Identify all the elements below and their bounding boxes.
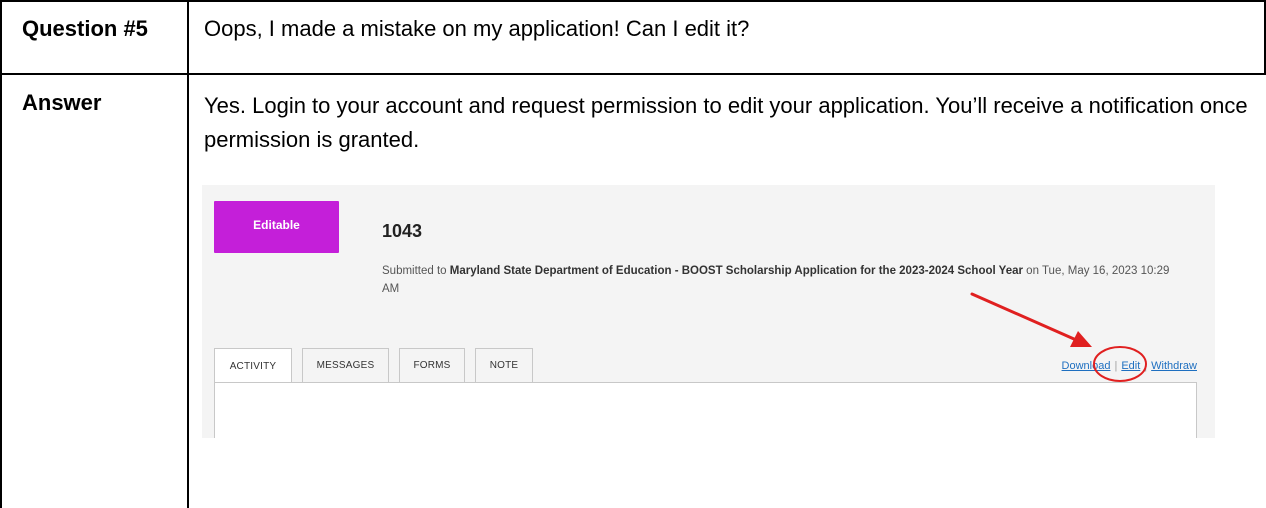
withdraw-link[interactable]: Withdraw	[1151, 360, 1197, 372]
table-column-divider	[187, 0, 189, 508]
submission-program: Maryland State Department of Education -…	[449, 265, 1023, 277]
table-row-divider	[0, 73, 1266, 75]
tab-activity[interactable]: ACTIVITY	[214, 348, 292, 383]
submission-info: Submitted to Maryland State Department o…	[382, 262, 1182, 298]
tab-note[interactable]: NOTE	[475, 348, 533, 382]
table-border-top	[0, 0, 1266, 2]
link-separator: |	[1144, 360, 1148, 372]
tab-forms[interactable]: FORMS	[399, 348, 465, 382]
action-links: Download | Edit | Withdraw	[1062, 360, 1197, 372]
application-screenshot: Editable 1043 Submitted to Maryland Stat…	[202, 185, 1215, 438]
faq-table: Question #5 Oops, I made a mistake on my…	[0, 0, 1266, 508]
application-id: 1043	[382, 221, 423, 241]
link-separator: |	[1114, 360, 1118, 372]
submission-prefix: Submitted to	[382, 265, 450, 277]
table-border-left	[0, 0, 2, 508]
edit-link[interactable]: Edit	[1121, 360, 1140, 372]
tab-messages[interactable]: MESSAGES	[302, 348, 389, 382]
answer-text: Yes. Login to your account and request p…	[204, 93, 1248, 152]
question-text: Oops, I made a mistake on my application…	[204, 16, 750, 41]
tab-bar: ACTIVITY MESSAGES FORMS NOTE	[214, 348, 543, 383]
answer-label: Answer	[22, 90, 102, 115]
question-label: Question #5	[22, 16, 148, 41]
activity-panel	[214, 382, 1197, 438]
download-link[interactable]: Download	[1062, 360, 1111, 372]
status-badge: Editable	[214, 201, 339, 253]
